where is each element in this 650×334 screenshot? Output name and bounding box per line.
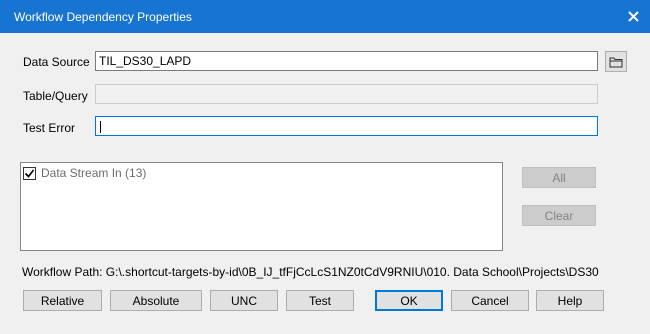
- dialog-body: Data Source TIL_DS30_LAPD Table/Query Te…: [0, 33, 650, 334]
- folder-icon: [609, 57, 623, 67]
- cancel-button[interactable]: Cancel: [451, 290, 529, 311]
- clear-button[interactable]: Clear: [522, 205, 596, 226]
- data-source-field[interactable]: TIL_DS30_LAPD: [95, 51, 598, 71]
- all-button[interactable]: All: [522, 167, 596, 188]
- unc-button[interactable]: UNC: [210, 290, 278, 311]
- test-error-label: Test Error: [23, 121, 76, 135]
- help-button[interactable]: Help: [536, 290, 604, 311]
- browse-button[interactable]: [605, 51, 627, 72]
- list-item-label: Data Stream In (13): [41, 166, 147, 180]
- workflow-path: Workflow Path: G:\.shortcut-targets-by-i…: [22, 265, 599, 279]
- absolute-button[interactable]: Absolute: [110, 290, 202, 311]
- title-bar: Workflow Dependency Properties: [0, 0, 650, 33]
- checkmark-icon: [24, 169, 35, 178]
- data-source-value: TIL_DS30_LAPD: [99, 54, 192, 68]
- close-icon: [627, 11, 639, 22]
- close-button[interactable]: [616, 0, 650, 33]
- relative-button[interactable]: Relative: [23, 290, 102, 311]
- table-query-field[interactable]: [95, 84, 598, 104]
- test-button[interactable]: Test: [286, 290, 354, 311]
- ok-button[interactable]: OK: [375, 290, 443, 311]
- test-error-field[interactable]: [95, 116, 598, 136]
- checkbox[interactable]: [23, 166, 36, 180]
- table-query-label: Table/Query: [23, 89, 88, 103]
- window-title: Workflow Dependency Properties: [14, 10, 192, 24]
- data-source-label: Data Source: [23, 55, 90, 69]
- dependency-list[interactable]: Data Stream In (13): [20, 162, 503, 251]
- text-caret: [100, 120, 101, 133]
- list-item[interactable]: Data Stream In (13): [23, 165, 146, 181]
